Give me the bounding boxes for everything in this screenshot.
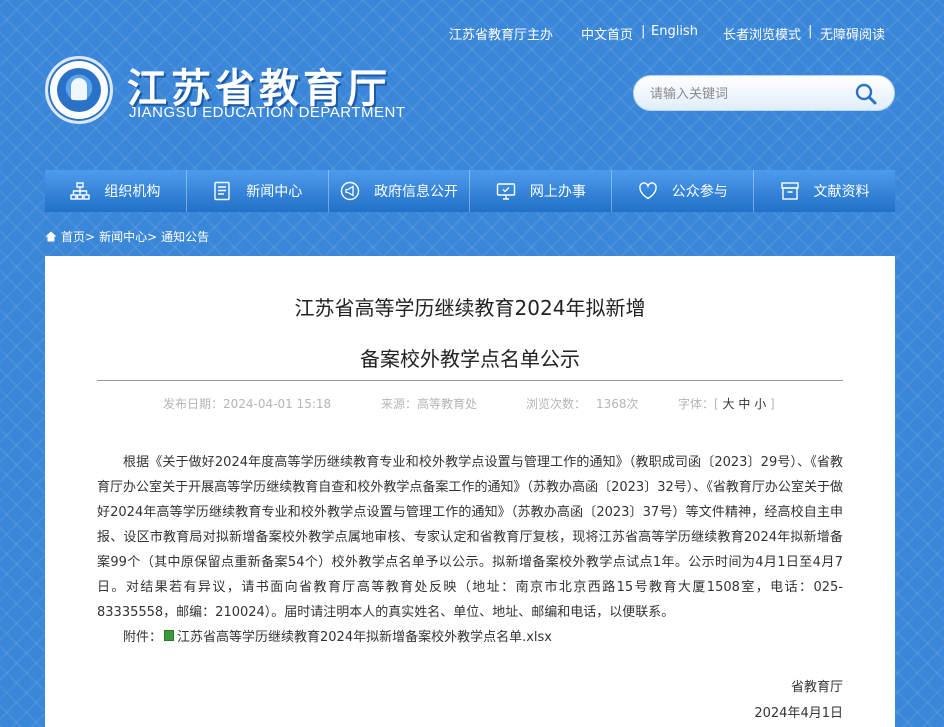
publish-date: 发布日期：2024-04-01 15:18	[163, 397, 332, 411]
top-links-bar: 江苏省教育厅主办 中文首页 | English 长者浏览模式 | 无障碍阅读	[0, 24, 944, 44]
views-label: 浏览次数：	[526, 397, 587, 411]
nav-label: 政府信息公开	[374, 184, 459, 200]
breadcrumb-separator: >	[147, 229, 158, 244]
signature: 省教育厅	[790, 680, 843, 695]
nav-item-documents[interactable]: 文献资料	[754, 170, 895, 212]
font-size-control: 字体：[ 大 中 小 ]	[678, 395, 775, 412]
title-divider	[97, 380, 843, 381]
font-large-button[interactable]: 大	[723, 397, 735, 411]
breadcrumb-separator: >	[85, 229, 96, 244]
top-separator: |	[808, 24, 813, 39]
sign-date: 2024年4月1日	[754, 706, 843, 721]
nav-label: 公众参与	[671, 184, 728, 200]
top-separator: |	[641, 24, 646, 39]
home-icon	[45, 231, 57, 242]
sponsor-text: 江苏省教育厅主办	[449, 28, 554, 43]
nav-item-news[interactable]: 新闻中心	[187, 170, 329, 212]
breadcrumb-home[interactable]: 首页	[61, 228, 85, 245]
search-input[interactable]	[650, 84, 850, 104]
font-size-bracket: ]	[770, 397, 775, 411]
document-icon	[214, 181, 230, 201]
accessible-reading-link[interactable]: 无障碍阅读	[820, 24, 885, 43]
font-medium-button[interactable]: 中	[738, 397, 750, 411]
emblem-icon	[45, 56, 113, 124]
nav-label: 组织机构	[104, 184, 161, 200]
english-link[interactable]: English	[651, 24, 698, 39]
nav-item-organization[interactable]: 组织机构	[45, 170, 187, 212]
nav-item-public-participation[interactable]: 公众参与	[612, 170, 755, 212]
nav-label: 网上办事	[529, 184, 586, 200]
logo-english-name: JIANGSU EDUCATION DEPARTMENT	[129, 104, 406, 121]
search-box	[633, 75, 895, 111]
nav-label: 文献资料	[813, 184, 870, 200]
article-panel: 江苏省高等学历继续教育2024年拟新增 备案校外教学点名单公示 发布日期：202…	[45, 256, 895, 727]
home-cn-link[interactable]: 中文首页	[581, 24, 633, 43]
breadcrumb-news[interactable]: 新闻中心	[99, 228, 147, 245]
nav-label: 新闻中心	[246, 184, 303, 200]
site-logo[interactable]: 江苏省教育厅 JIANGSU EDUCATION DEPARTMENT	[45, 56, 425, 126]
attachment-row: 附件： 江苏省高等学历继续教育2024年拟新增备案校外教学点名单.xlsx	[123, 626, 552, 645]
attachment-label: 附件：	[123, 630, 163, 645]
org-chart-icon	[70, 182, 91, 200]
megaphone-icon	[340, 181, 360, 201]
breadcrumb-notice[interactable]: 通知公告	[161, 228, 209, 245]
main-nav: 组织机构 新闻中心 政府信息公开 网上办事 公众参与 文献资料	[45, 170, 895, 212]
article-body: 根据《关于做好2024年度高等学历继续教育专业和校外教学点设置与管理工作的通知》…	[97, 455, 843, 620]
elder-mode-link[interactable]: 长者浏览模式	[723, 24, 801, 43]
font-size-label: 字体：[	[678, 397, 719, 411]
views-count: 1368次	[596, 397, 639, 411]
attachment-link[interactable]: 江苏省高等学历继续教育2024年拟新增备案校外教学点名单.xlsx	[177, 626, 552, 645]
article-title-line-1: 江苏省高等学历继续教育2024年拟新增	[294, 296, 646, 320]
excel-file-icon	[164, 630, 175, 641]
breadcrumb: 首页 > 新闻中心 > 通知公告	[45, 228, 209, 245]
article-source: 来源：高等教育处	[381, 397, 478, 411]
search-icon[interactable]	[854, 82, 878, 106]
nav-item-online-service[interactable]: 网上办事	[470, 170, 613, 212]
heart-icon	[638, 182, 657, 200]
article-title-line-2: 备案校外教学点名单公示	[360, 347, 580, 371]
monitor-icon	[496, 183, 516, 200]
nav-item-gov-info[interactable]: 政府信息公开	[329, 170, 471, 212]
archive-icon	[780, 182, 799, 200]
font-small-button[interactable]: 小	[754, 397, 766, 411]
